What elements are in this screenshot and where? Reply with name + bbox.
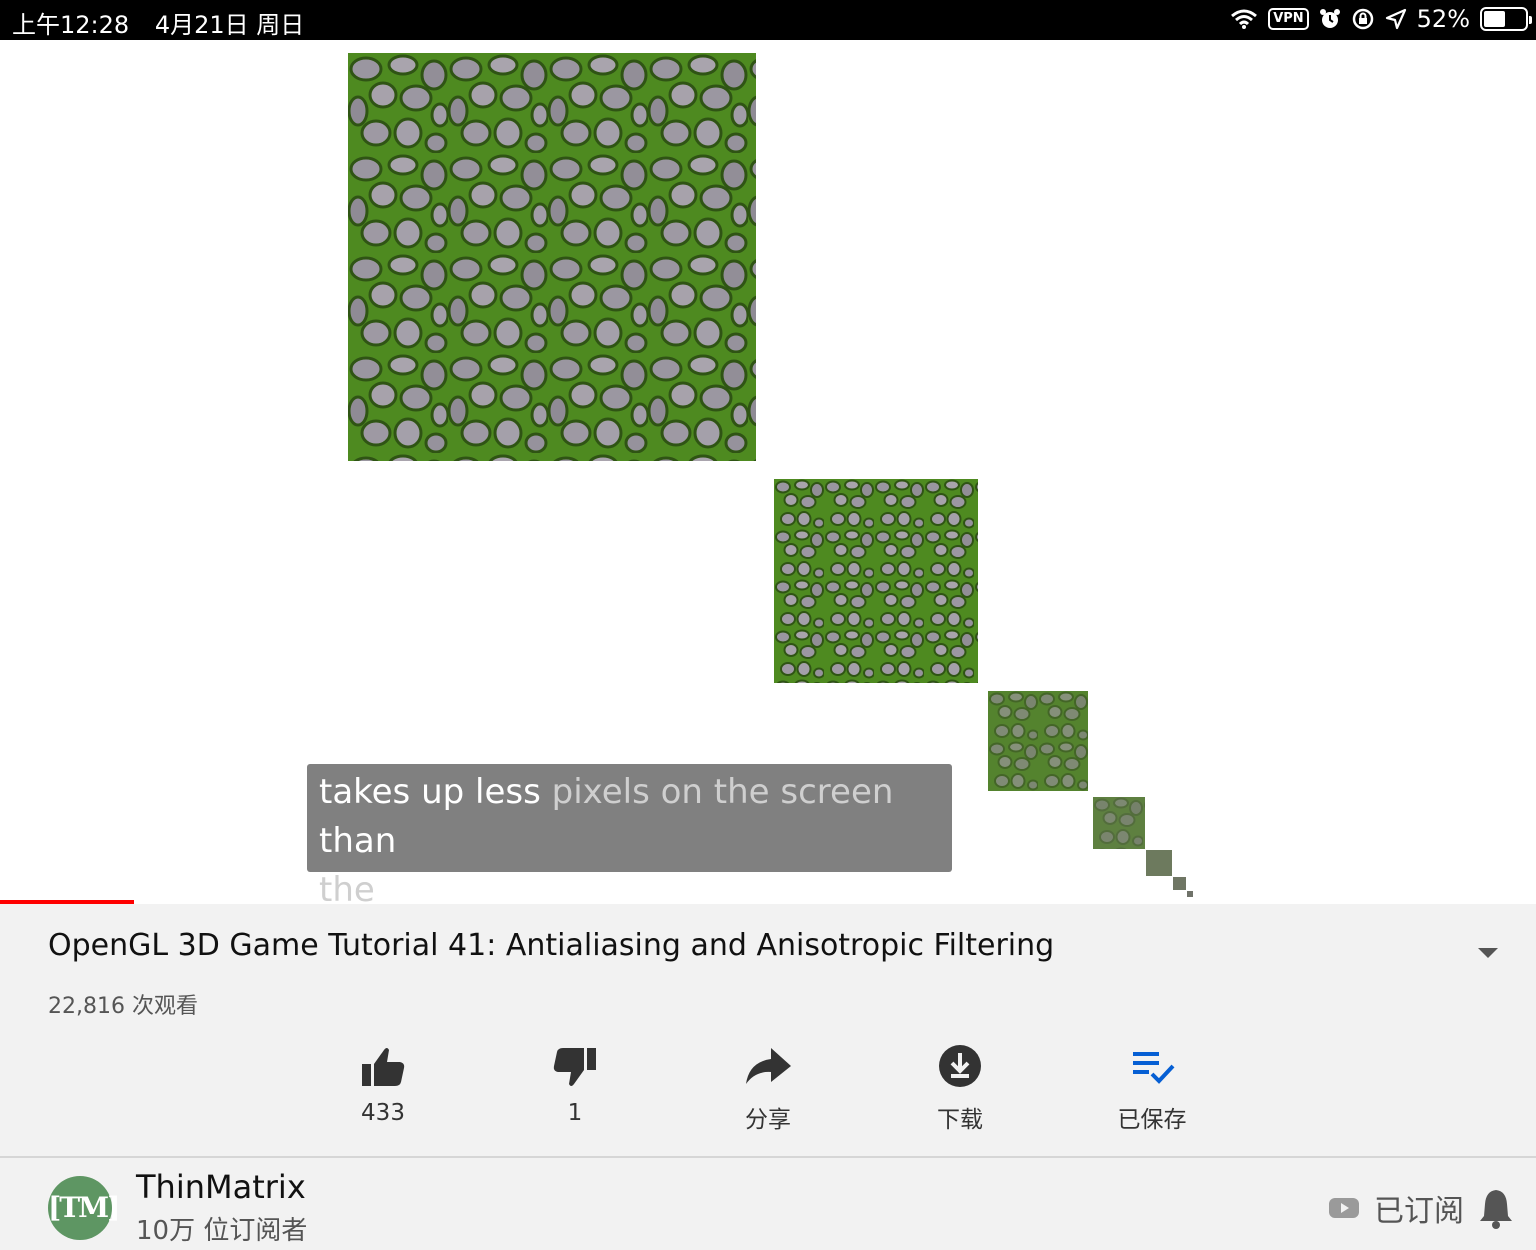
thumbs-down-icon	[553, 1048, 596, 1086]
texture-mipmap-level-3	[1093, 797, 1145, 849]
share-label: 分享	[745, 1107, 791, 1133]
subscribed-button[interactable]: 已订阅	[1328, 1186, 1464, 1230]
texture-mipmap-level-2	[988, 691, 1088, 791]
expand-chevron-icon[interactable]	[1470, 940, 1506, 964]
video-title: OpenGL 3D Game Tutorial 41: Antialiasing…	[48, 928, 1055, 963]
share-button[interactable]: 分享	[708, 1040, 828, 1134]
like-count: 433	[361, 1100, 405, 1126]
location-arrow-icon	[1385, 8, 1406, 30]
download-label: 下载	[937, 1107, 983, 1133]
subscribed-label: 已订阅	[1374, 1194, 1464, 1229]
save-label: 已保存	[1117, 1107, 1187, 1133]
battery-percent: 52%	[1416, 5, 1470, 33]
status-time: 上午12:28	[12, 11, 130, 39]
action-bar: 433 1 分享 下载 已保存	[0, 1040, 1536, 1140]
vpn-badge: VPN	[1268, 8, 1309, 30]
channel-avatar[interactable]: [TM]	[48, 1176, 120, 1240]
save-button[interactable]: 已保存	[1092, 1040, 1212, 1134]
youtube-icon	[1329, 1198, 1359, 1218]
status-bar: 上午12:28 4月21日 周日 VPN 52%	[0, 0, 1536, 40]
notification-bell-icon[interactable]	[1478, 1186, 1514, 1230]
download-icon	[939, 1045, 981, 1087]
view-count: 22,816 次观看	[48, 994, 198, 1019]
video-progress-bar[interactable]	[0, 900, 134, 904]
video-player[interactable]: takes up less pixels on the screen than …	[0, 40, 1536, 904]
rotation-lock-icon	[1352, 8, 1373, 30]
texture-mipmap-level-5	[1173, 877, 1186, 890]
texture-mipmap-level-4	[1146, 850, 1172, 876]
texture-mipmap-level-6	[1187, 891, 1193, 897]
download-button[interactable]: 下载	[900, 1040, 1020, 1134]
status-date: 4月21日 周日	[154, 11, 305, 39]
alarm-icon	[1319, 9, 1340, 28]
playlist-saved-icon	[1133, 1052, 1175, 1084]
texture-mipmap-level-1	[774, 479, 978, 683]
share-arrow-icon	[746, 1048, 791, 1084]
channel-name[interactable]: ThinMatrix	[136, 1168, 306, 1206]
thumbs-up-icon	[362, 1048, 405, 1086]
wifi-icon	[1231, 9, 1258, 29]
subscriber-count: 10万 位订阅者	[136, 1216, 308, 1246]
texture-mipmap-level-0	[348, 53, 756, 461]
battery-icon	[1480, 7, 1532, 31]
dislike-count: 1	[567, 1100, 583, 1126]
dislike-button[interactable]: 1	[515, 1040, 635, 1126]
like-button[interactable]: 433	[323, 1040, 443, 1126]
subtitle-caption: takes up less pixels on the screen than …	[307, 764, 952, 904]
divider	[0, 1156, 1536, 1158]
